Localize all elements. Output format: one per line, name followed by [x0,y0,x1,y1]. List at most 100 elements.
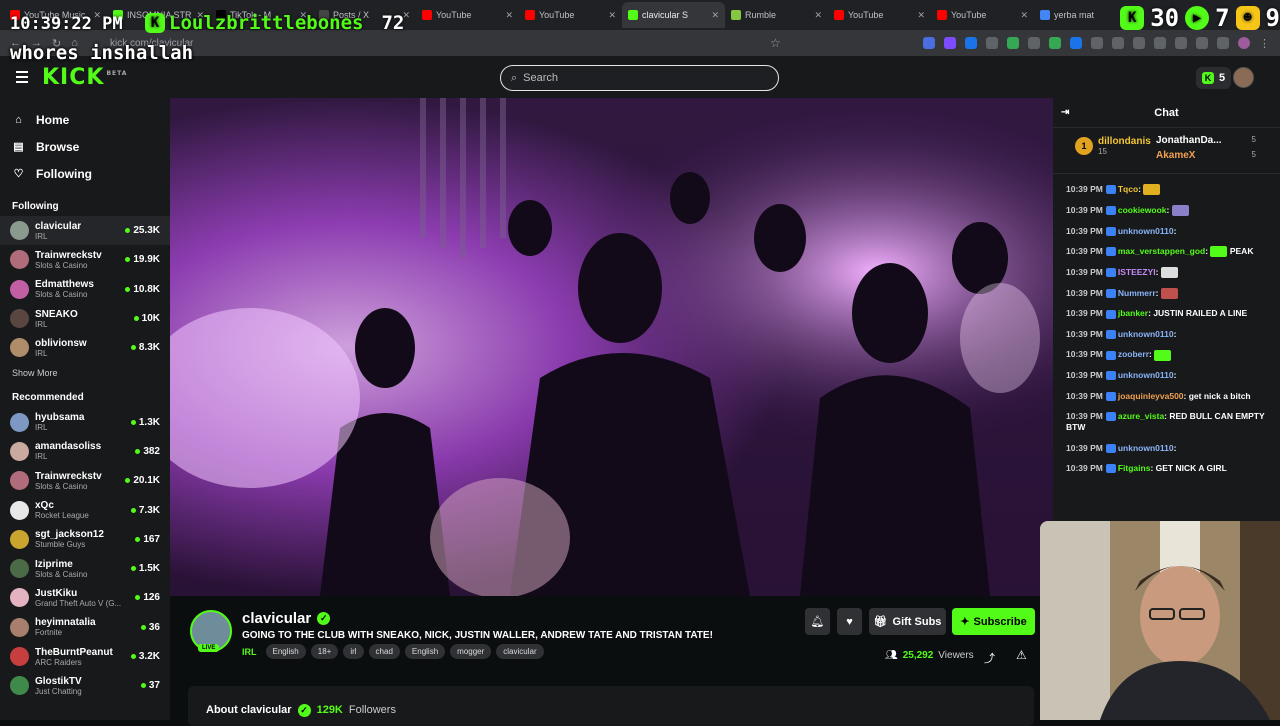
chat-username[interactable]: jbanker [1118,308,1148,318]
nav-browse[interactable]: ▤ Browse [0,133,170,160]
tag[interactable]: chad [368,644,400,659]
chat-username[interactable]: joaquinleyva500 [1118,391,1184,401]
tag[interactable]: English [265,644,306,659]
sidebar-channel[interactable]: amandasoliss IRL 382 [0,437,170,466]
extension-icon[interactable] [1028,36,1040,49]
close-icon[interactable]: ✕ [608,10,616,21]
chat-username[interactable]: Nummerr [1118,288,1156,298]
video-frame [170,98,1053,596]
extension-icon[interactable] [1217,36,1229,49]
extension-icon[interactable] [1007,36,1019,49]
channel-avatar [10,338,29,358]
leaderboard-top[interactable]: 1 dillondanis 15 [1075,136,1151,156]
extension-icon[interactable] [1133,36,1145,49]
sidebar-channel[interactable]: SNEAKO IRL 10K [0,304,170,333]
browser-tab[interactable]: YouTube ✕ [931,2,1034,28]
sidebar-channel[interactable]: clavicular IRL 25.3K [0,216,170,246]
url-field[interactable]: kick.com/clavicular [110,38,770,49]
browser-tab[interactable]: clavicular S ✕ [622,2,725,28]
kick-logo[interactable]: KICK BETA [42,65,127,90]
chat-message: 10:39 PM unknown0110: [1066,442,1177,453]
sidebar-channel[interactable]: heyimnatalia Fortnite 36 [0,613,170,642]
chat-username[interactable]: Fitgains [1118,463,1151,473]
leaderboard-entry[interactable]: JonathanDa... 5 [1156,135,1256,146]
tag[interactable]: mogger [450,644,492,659]
chat-timestamp: 10:39 PM [1066,328,1103,339]
browser-tab[interactable]: YouTube ✕ [416,2,519,28]
browser-tab[interactable]: Rumble ✕ [725,2,828,28]
nav-following[interactable]: ♡ Following [0,160,170,187]
browser-menu-icon[interactable]: ⋮ [1259,37,1270,50]
collapse-chat-icon[interactable]: ⇥ [1061,107,1069,118]
sidebar-channel[interactable]: Iziprime Slots & Casino 1.5K [0,554,170,583]
subscribe-button[interactable]: ✦ Subscribe [952,608,1035,635]
extension-icon[interactable] [944,36,956,49]
notification-bell-button[interactable]: 🔔︎ [805,608,830,635]
extension-icon[interactable] [1154,36,1166,49]
bookmark-star-icon[interactable]: ☆ [770,36,781,50]
sidebar-channel[interactable]: Edmatthews Slots & Casino 10.8K [0,275,170,304]
close-icon[interactable]: ✕ [917,10,925,21]
share-icon[interactable]: ⤴ [984,650,995,666]
chat-username[interactable]: cookiewook [1118,205,1167,215]
chat-badge-icon [1105,185,1116,195]
close-icon[interactable]: ✕ [1020,10,1028,21]
extension-icon[interactable] [1196,36,1208,49]
sidebar-channel[interactable]: GlostikTV Just Chatting 37 [0,671,170,700]
sidebar-channel[interactable]: JustKiku Grand Theft Auto V (G... 126 [0,583,170,612]
tag[interactable]: irl [343,644,364,659]
chat-username[interactable]: unknown0110 [1118,329,1174,339]
chat-username[interactable]: ISTEEZYI [1118,267,1156,277]
extension-icon[interactable] [1175,36,1187,49]
sidebar-channel[interactable]: TheBurntPeanut ARC Raiders 3.2K [0,642,170,671]
sidebar-channel[interactable]: hyubsama IRL 1.3K [0,407,170,436]
overlay-clock: 10:39:22 PM [10,14,123,34]
show-more-link[interactable]: Show More [0,368,170,378]
viewers-label: Viewers [938,650,974,661]
category-link[interactable]: IRL [242,647,257,657]
sidebar-channel[interactable]: sgt_jackson12 Stumble Guys 167 [0,525,170,554]
profile-avatar-icon[interactable] [1238,36,1250,49]
channel-viewers: 1.5K [131,563,160,574]
tag[interactable]: 18+ [310,644,339,659]
extension-icon[interactable] [1049,36,1061,49]
channel-name[interactable]: clavicular ✓ [242,610,331,627]
sidebar-channel[interactable]: Trainwreckstv Slots & Casino 20.1K [0,466,170,495]
video-player[interactable] [170,98,1053,596]
sidebar-channel[interactable]: Trainwreckstv Slots & Casino 19.9K [0,245,170,274]
extension-icon[interactable] [1070,36,1082,49]
extension-icon[interactable] [1091,36,1103,49]
chat-timestamp: 10:39 PM [1066,246,1103,256]
points-badge[interactable]: K 5 [1196,67,1232,89]
extension-icon[interactable] [986,36,998,49]
chat-username[interactable]: unknown0110 [1118,443,1174,453]
hamburger-menu-icon[interactable] [16,71,28,83]
user-avatar[interactable] [1233,67,1254,88]
tab-title: clavicular S [642,10,689,20]
leaderboard-entry[interactable]: AkameX 5 [1156,150,1256,161]
close-icon[interactable]: ✕ [814,10,822,21]
close-icon[interactable]: ✕ [711,10,719,21]
chat-username[interactable]: unknown0110 [1118,370,1174,380]
chat-username[interactable]: max_verstappen_god [1118,246,1205,256]
close-icon[interactable]: ✕ [505,10,513,21]
extension-icon[interactable] [965,36,977,49]
chat-username[interactable]: Tqco [1118,184,1138,194]
tag[interactable]: clavicular [496,644,544,659]
search-input[interactable]: ⌕ Search [500,65,779,91]
extension-icon[interactable] [1112,36,1124,49]
channel-avatar [10,588,29,608]
extension-icon[interactable] [923,36,935,49]
browser-tab[interactable]: YouTube ✕ [828,2,931,28]
gift-subs-button[interactable]: 🎁︎ Gift Subs [869,608,946,635]
sidebar-channel[interactable]: xQc Rocket League 7.3K [0,495,170,524]
sidebar-channel[interactable]: oblivionsw IRL 8.3K [0,333,170,362]
browser-tab[interactable]: YouTube ✕ [519,2,622,28]
report-icon[interactable]: ⚠ [1016,648,1027,662]
chat-username[interactable]: zooberr [1118,349,1149,359]
chat-username[interactable]: unknown0110 [1118,226,1174,236]
follow-heart-button[interactable]: ♥ [837,608,862,635]
tag[interactable]: English [404,644,446,659]
chat-username[interactable]: azure_vista [1118,411,1164,421]
nav-home[interactable]: ⌂ Home [0,106,170,133]
